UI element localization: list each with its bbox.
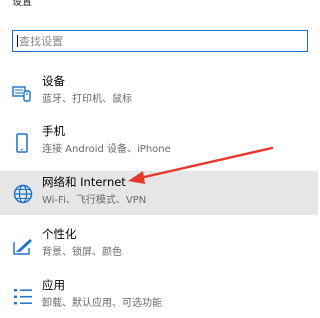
settings-item-description: 背景、锁屏、颜色	[42, 247, 122, 258]
settings-item-label: 个性化	[42, 227, 77, 241]
settings-item-description: 连接 Android 设备、iPhone	[42, 144, 171, 155]
settings-item-phone[interactable]: 手机 连接 Android 设备、iPhone	[0, 120, 318, 164]
globe-icon	[12, 183, 34, 205]
settings-item-label: 网络和 Internet	[42, 175, 126, 189]
settings-item-label: 设备	[42, 74, 65, 88]
page-title: 设置	[12, 0, 32, 8]
settings-item-description: Wi-Fi、飞行模式、VPN	[42, 195, 147, 206]
settings-item-label: 手机	[42, 124, 65, 138]
keyboard-device-icon	[12, 82, 34, 104]
search-box[interactable]	[12, 30, 308, 52]
apps-list-icon	[12, 286, 34, 308]
phone-icon	[12, 132, 34, 154]
settings-item-personalization[interactable]: 个性化 背景、锁屏、颜色	[0, 223, 318, 267]
settings-item-devices[interactable]: 设备 蓝牙、打印机、鼠标	[0, 70, 318, 114]
settings-item-label: 应用	[42, 278, 65, 292]
settings-item-description: 蓝牙、打印机、鼠标	[42, 94, 132, 105]
personalize-pen-icon	[12, 235, 34, 257]
text-caret	[17, 35, 18, 47]
settings-item-description: 卸载、默认应用、可选功能	[42, 298, 162, 309]
settings-item-apps[interactable]: 应用 卸载、默认应用、可选功能	[0, 274, 318, 318]
settings-item-network[interactable]: 网络和 Internet Wi-Fi、飞行模式、VPN	[0, 171, 318, 215]
search-input[interactable]	[19, 33, 299, 49]
